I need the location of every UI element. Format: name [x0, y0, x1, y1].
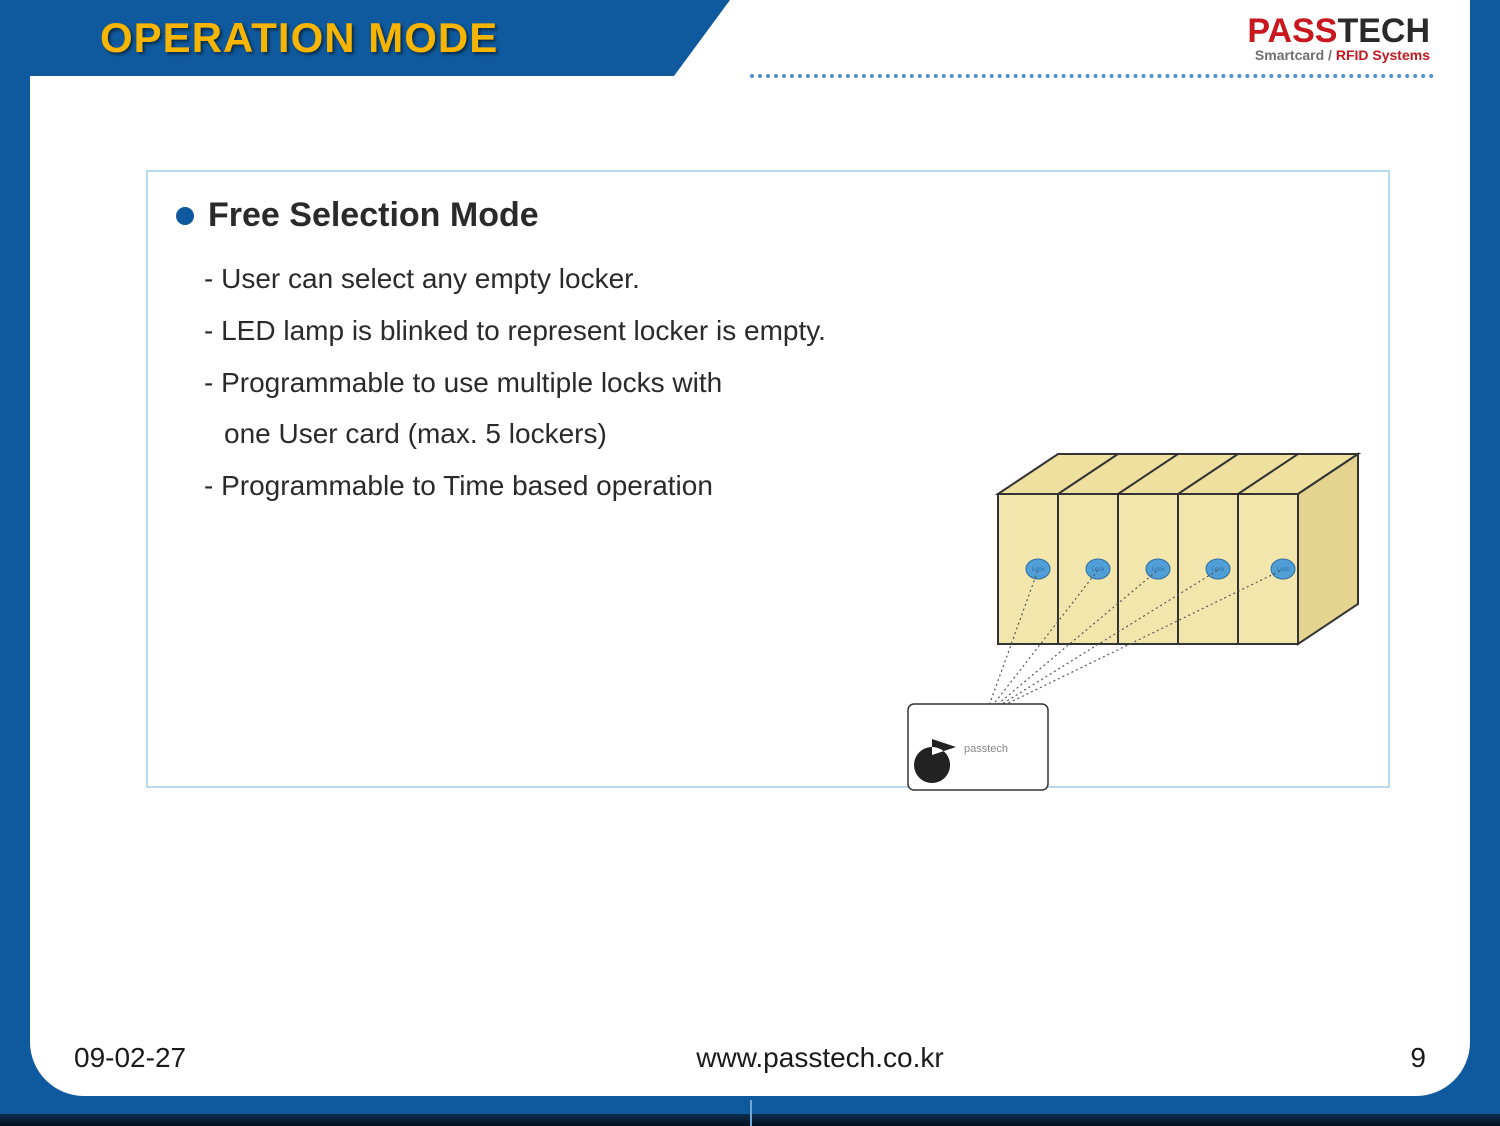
list-item: - Programmable to use multiple locks wit… — [204, 357, 1360, 409]
slide-card: OPERATION MODE PASSTECH Smartcard / RFID… — [30, 0, 1470, 1096]
content-panel: Free Selection Mode - User can select an… — [146, 170, 1390, 788]
locker-diagram: Lock Lock Lock Lock Lock — [868, 444, 1368, 794]
svg-text:Lock: Lock — [1152, 567, 1166, 573]
svg-text:Lock: Lock — [1212, 567, 1226, 573]
tagline-pre: Smartcard / — [1255, 47, 1336, 63]
brand-prefix: PASS — [1247, 12, 1337, 50]
footer-page-number: 9 — [1306, 1042, 1426, 1074]
section-heading-text: Free Selection Mode — [208, 196, 539, 235]
footer-date: 09-02-27 — [74, 1042, 334, 1074]
list-item: - User can select any empty locker. — [204, 253, 1360, 305]
bullet-icon — [176, 207, 194, 225]
brand-name: PASSTECH — [1247, 12, 1430, 51]
slide-footer: 09-02-27 www.passtech.co.kr 9 — [30, 1042, 1470, 1074]
header-dots-divider — [750, 74, 1434, 78]
brand-tagline: Smartcard / RFID Systems — [1247, 47, 1430, 63]
slide-title: OPERATION MODE — [100, 14, 498, 62]
locker-svg: Lock Lock Lock Lock Lock — [868, 444, 1368, 794]
list-item: - LED lamp is blinked to represent locke… — [204, 305, 1360, 357]
svg-text:passtech: passtech — [964, 743, 1008, 755]
svg-text:Lock: Lock — [1092, 567, 1106, 573]
bottom-tick-mark — [750, 1100, 752, 1126]
footer-url: www.passtech.co.kr — [334, 1042, 1306, 1074]
title-bar: OPERATION MODE — [30, 0, 730, 76]
section-heading: Free Selection Mode — [176, 196, 1360, 235]
brand-suffix: TECH — [1337, 12, 1430, 50]
svg-text:Lock: Lock — [1032, 567, 1046, 573]
tagline-highlight: RFID Systems — [1336, 47, 1430, 63]
brand-logo: PASSTECH Smartcard / RFID Systems — [1247, 12, 1430, 63]
